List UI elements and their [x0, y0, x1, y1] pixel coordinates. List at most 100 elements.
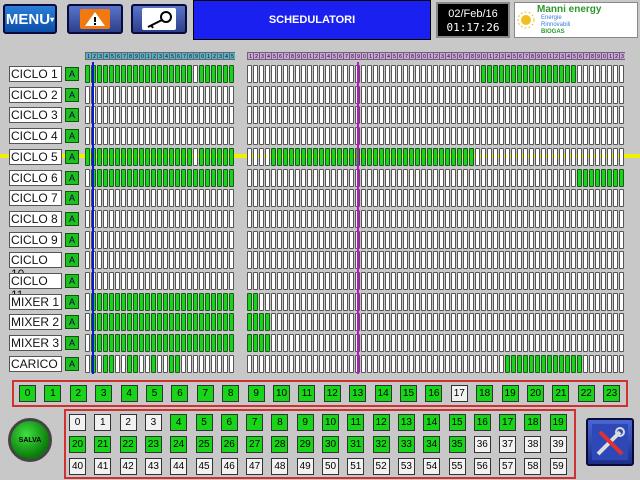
schedule-cell[interactable] [283, 65, 288, 83]
minute-button[interactable]: 8 [271, 414, 289, 431]
schedule-cell[interactable] [97, 272, 102, 290]
minute-button[interactable]: 0 [69, 414, 86, 431]
schedule-cell[interactable] [151, 272, 156, 290]
schedule-cell[interactable] [379, 334, 384, 353]
schedule-cell[interactable] [343, 189, 348, 208]
schedule-cell[interactable] [175, 334, 180, 353]
schedule-cell[interactable] [361, 168, 366, 187]
schedule-cell[interactable] [583, 313, 588, 332]
schedule-cell[interactable] [457, 147, 462, 166]
schedule-cell[interactable] [145, 251, 150, 270]
schedule-cell[interactable] [199, 272, 204, 290]
row-label[interactable]: MIXER 2 [9, 314, 62, 331]
schedule-cell[interactable] [511, 230, 516, 249]
schedule-cell[interactable] [487, 230, 492, 249]
schedule-cell[interactable] [277, 85, 282, 104]
schedule-cell[interactable] [115, 147, 120, 166]
schedule-cell[interactable] [475, 189, 480, 208]
schedule-cell[interactable] [451, 85, 456, 104]
schedule-cell[interactable] [127, 85, 132, 104]
schedule-cell[interactable] [583, 106, 588, 125]
schedule-cell[interactable] [199, 189, 204, 208]
schedule-cell[interactable] [469, 354, 474, 373]
schedule-cell[interactable] [151, 106, 156, 125]
schedule-cell[interactable] [403, 354, 408, 373]
schedule-cell[interactable] [535, 85, 540, 104]
schedule-cell[interactable] [517, 127, 522, 146]
schedule-cell[interactable] [433, 127, 438, 146]
schedule-cell[interactable] [499, 127, 504, 146]
schedule-cell[interactable] [85, 168, 90, 187]
schedule-cell[interactable] [229, 85, 234, 104]
schedule-cell[interactable] [157, 209, 162, 228]
minute-button[interactable]: 46 [220, 458, 238, 475]
schedule-cell[interactable] [325, 168, 330, 187]
schedule-cell[interactable] [589, 272, 594, 290]
schedule-cell[interactable] [493, 251, 498, 270]
schedule-cell[interactable] [109, 292, 114, 311]
schedule-cell[interactable] [499, 292, 504, 311]
schedule-cell[interactable] [451, 292, 456, 311]
schedule-cell[interactable] [373, 354, 378, 373]
schedule-cell[interactable] [169, 251, 174, 270]
schedule-cell[interactable] [541, 85, 546, 104]
schedule-cell[interactable] [277, 354, 282, 373]
schedule-cell[interactable] [169, 354, 174, 373]
schedule-cell[interactable] [595, 230, 600, 249]
schedule-cell[interactable] [205, 106, 210, 125]
schedule-cell[interactable] [529, 292, 534, 311]
schedule-cell[interactable] [613, 127, 618, 146]
schedule-cell[interactable] [577, 354, 582, 373]
schedule-cell[interactable] [103, 313, 108, 332]
schedule-cell[interactable] [373, 292, 378, 311]
schedule-cell[interactable] [181, 127, 186, 146]
schedule-cell[interactable] [109, 147, 114, 166]
schedule-cell[interactable] [223, 313, 228, 332]
schedule-cell[interactable] [85, 127, 90, 146]
schedule-cell[interactable] [487, 189, 492, 208]
minute-button[interactable]: 54 [423, 458, 441, 475]
schedule-cell[interactable] [229, 209, 234, 228]
schedule-cell[interactable] [139, 251, 144, 270]
schedule-cell[interactable] [289, 127, 294, 146]
schedule-cell[interactable] [331, 272, 336, 290]
schedule-cell[interactable] [421, 127, 426, 146]
schedule-cell[interactable] [103, 251, 108, 270]
schedule-cell[interactable] [97, 127, 102, 146]
schedule-cell[interactable] [373, 189, 378, 208]
schedule-cell[interactable] [289, 147, 294, 166]
schedule-cell[interactable] [553, 209, 558, 228]
schedule-cell[interactable] [343, 85, 348, 104]
schedule-cell[interactable] [133, 127, 138, 146]
schedule-cell[interactable] [181, 313, 186, 332]
schedule-cell[interactable] [391, 209, 396, 228]
schedule-cell[interactable] [247, 230, 252, 249]
schedule-cell[interactable] [199, 168, 204, 187]
schedule-cell[interactable] [601, 354, 606, 373]
schedule-cell[interactable] [487, 272, 492, 290]
hour-button[interactable]: 13 [349, 385, 367, 402]
schedule-cell[interactable] [103, 189, 108, 208]
schedule-cell[interactable] [373, 230, 378, 249]
schedule-cell[interactable] [193, 251, 198, 270]
schedule-cell[interactable] [313, 168, 318, 187]
schedule-cell[interactable] [169, 106, 174, 125]
hour-button[interactable]: 14 [374, 385, 392, 402]
schedule-cell[interactable] [127, 313, 132, 332]
schedule-cell[interactable] [175, 209, 180, 228]
schedule-cell[interactable] [319, 313, 324, 332]
schedule-cell[interactable] [331, 292, 336, 311]
schedule-cell[interactable] [391, 313, 396, 332]
schedule-cell[interactable] [559, 189, 564, 208]
schedule-cell[interactable] [613, 209, 618, 228]
schedule-cell[interactable] [313, 189, 318, 208]
row-label[interactable]: CICLO 10 [9, 252, 62, 281]
schedule-cell[interactable] [175, 313, 180, 332]
schedule-cell[interactable] [199, 106, 204, 125]
schedule-cell[interactable] [595, 147, 600, 166]
row-auto-button[interactable]: A [65, 87, 79, 102]
schedule-cell[interactable] [433, 209, 438, 228]
schedule-cell[interactable] [523, 106, 528, 125]
schedule-cell[interactable] [139, 230, 144, 249]
schedule-cell[interactable] [403, 127, 408, 146]
